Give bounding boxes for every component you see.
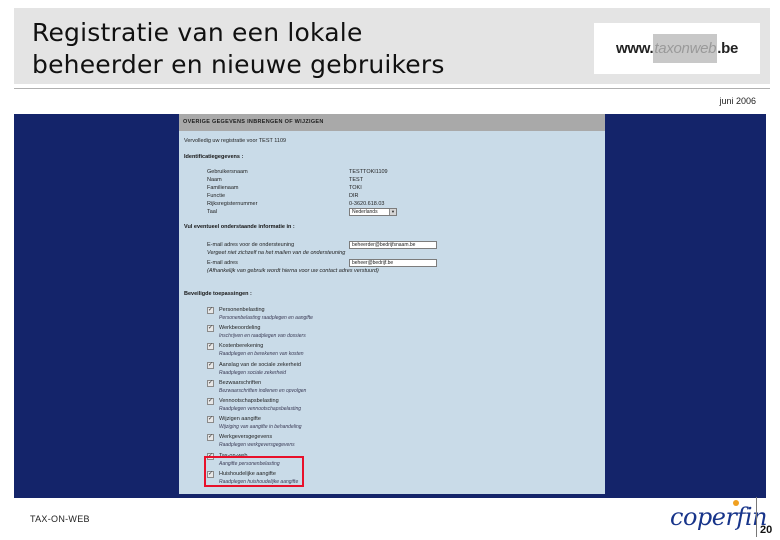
taxonweb-logo: www. taxonweb .be	[594, 23, 760, 74]
slide-date: juni 2006	[719, 96, 756, 106]
app-name: Aanslag van de sociale zekerheid	[219, 361, 301, 368]
ident-label: Gebruikersnaam	[207, 169, 248, 175]
ident-value: TEST	[349, 177, 364, 183]
app-description: Raadplegen en berekenen van kosten	[219, 351, 304, 358]
app-checkbox[interactable]: ✓	[207, 379, 214, 387]
logo-prefix: www.	[615, 40, 654, 57]
app-description: Raadplegen werkgeversgegevens	[219, 442, 295, 449]
email-input[interactable]: beheerder@bedrijfsnaam.be	[349, 241, 437, 249]
app-description: Raadplegen sociale zekerheid	[219, 369, 286, 376]
slide-title: Registratie van een lokale beheerder en …	[32, 17, 572, 81]
app-description: Raadplegen vennootschapsbelasting	[219, 406, 302, 412]
coperfin-logo-dot	[733, 500, 739, 506]
contact-label: E-mail adres voor de ondersteuning	[207, 242, 295, 248]
app-checkbox[interactable]: ✓	[207, 343, 214, 351]
registration-form-panel: OVERIGE GEGEVENS INBRENGEN OF WIJZIGEN V…	[179, 114, 605, 494]
ident-value: 0-3620.618.03	[349, 201, 385, 207]
app-name: Kostenberekening	[219, 343, 264, 350]
app-description: Personenbelasting raadplegen en aangifte	[219, 315, 313, 321]
contact-label: E-mail adres	[207, 260, 238, 266]
app-checkbox[interactable]: ✓	[207, 434, 214, 442]
ident-label: Familienaam	[207, 185, 239, 191]
ident-label: Rijksregisternummer	[207, 201, 258, 207]
app-checkbox[interactable]: ✓	[207, 398, 214, 405]
header-divider	[14, 88, 770, 89]
app-checkbox[interactable]: ✓	[207, 307, 214, 314]
app-checkbox[interactable]: ✓	[207, 325, 214, 333]
app-name: Bezwaarschriften	[219, 379, 262, 386]
ident-value: DIR	[349, 193, 359, 199]
page-number: 20	[760, 524, 773, 536]
app-name: Vennootschapsbelasting	[219, 398, 279, 404]
app-name: Werkgeversgegevens	[219, 434, 273, 441]
app-checkbox[interactable]: ✓	[207, 361, 214, 369]
contact-note: (Afhankelijk van gebruik wordt hierna vo…	[207, 268, 379, 274]
app-name: Wijzigen aangifte	[219, 416, 261, 423]
ident-section-title: Identificatiegegevens :	[184, 154, 244, 160]
ident-value: TESTTOKI1109	[349, 169, 388, 175]
form-subheader: Vervolledig uw registratie voor TEST 110…	[184, 138, 287, 144]
contact-section-title: Vul eventueel onderstaande informatie in…	[184, 224, 295, 230]
footer-divider	[756, 497, 757, 537]
email-input[interactable]: beheer@bedrijf.be	[349, 259, 437, 267]
ident-label: Naam	[207, 177, 222, 183]
app-description: Wijziging van aangifte in behandeling	[219, 424, 302, 431]
app-name: Werkbeoordeling	[219, 325, 261, 332]
slide-title-line-1: Registratie van een lokale	[32, 18, 363, 47]
contact-note: Vergeet niet zichzelf na het mailen van …	[207, 250, 346, 256]
app-checkbox[interactable]: ✓	[207, 416, 214, 424]
app-description: Bezwaarschriften indienen en opvolgen	[219, 387, 307, 394]
language-select[interactable]: Nederlands ▼	[349, 208, 397, 216]
ident-label: Taal	[207, 209, 218, 215]
logo-suffix: .be	[717, 40, 738, 57]
logo-middle: taxonweb	[653, 34, 718, 63]
coperfin-logo: coperfin	[670, 503, 767, 531]
slide-title-line-2: beheerder en nieuwe gebruikers	[32, 50, 445, 79]
footer-label: TAX-ON-WEB	[30, 514, 90, 524]
chevron-down-icon: ▼	[389, 209, 396, 215]
apps-section-title: Beveiligde toepassingen :	[184, 291, 252, 297]
form-header: OVERIGE GEGEVENS INBRENGEN OF WIJZIGEN	[179, 114, 605, 131]
app-name: Personenbelasting	[219, 307, 265, 313]
highlight-frame	[204, 456, 304, 487]
app-description: Inschrijven en raadplegen van dossiers	[219, 333, 306, 340]
ident-value: TOKI	[349, 185, 362, 191]
ident-label: Functie	[207, 193, 226, 199]
